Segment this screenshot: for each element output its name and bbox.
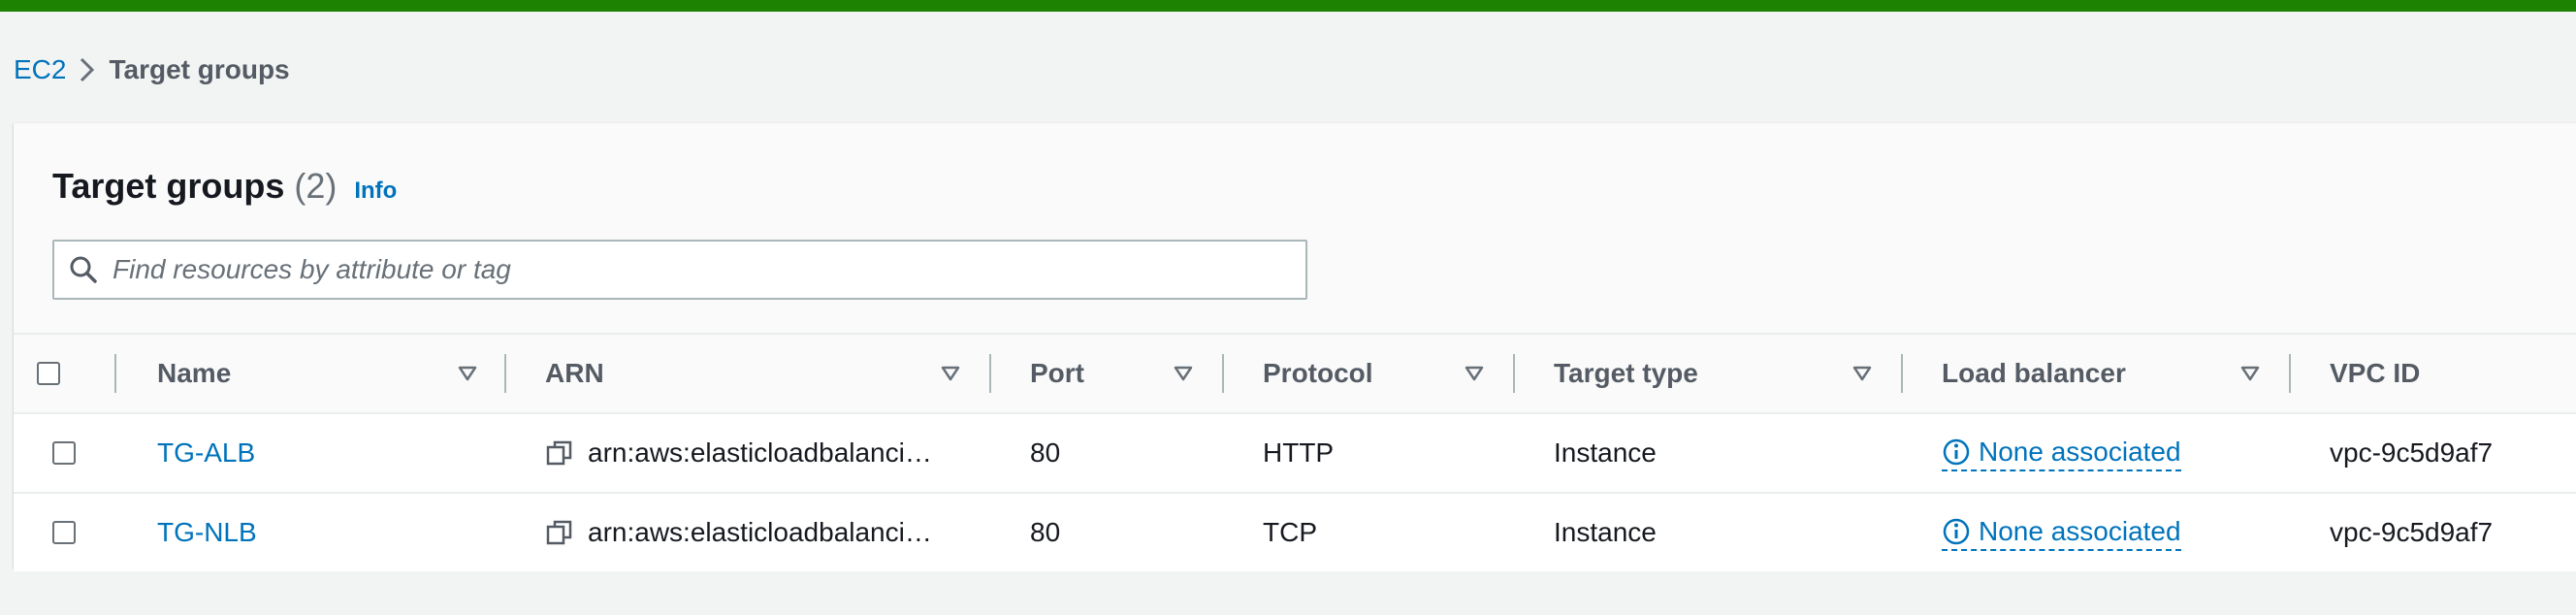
- column-resizer[interactable]: [989, 354, 991, 393]
- load-balancer-cell: None associated: [1942, 414, 2181, 492]
- column-header-load-balancer[interactable]: Load balancer: [1942, 335, 2126, 412]
- column-header-port[interactable]: Port: [1030, 335, 1084, 412]
- column-header-vpc-id[interactable]: VPC ID: [2330, 335, 2420, 412]
- info-link[interactable]: Info: [354, 178, 397, 205]
- target-group-name-link[interactable]: TG-ALB: [157, 414, 255, 492]
- column-resizer[interactable]: [1513, 354, 1515, 393]
- search-box: [52, 240, 1307, 300]
- target-groups-table: Name ARN Port Protocol Target type Load …: [14, 333, 2576, 571]
- search-icon: [54, 242, 113, 298]
- load-balancer-value: None associated: [1979, 516, 2181, 546]
- arn-cell: arn:aws:elasticloadbalanci…: [545, 494, 932, 571]
- item-count: (2): [294, 166, 338, 206]
- sort-down-icon[interactable]: [456, 362, 479, 385]
- port-value: 80: [1030, 437, 1061, 468]
- load-balancer-cell: None associated: [1942, 494, 2181, 571]
- load-balancer-link[interactable]: None associated: [1942, 435, 2181, 471]
- load-balancer-value: None associated: [1979, 437, 2181, 467]
- column-resizer[interactable]: [504, 354, 506, 393]
- breadcrumb-ec2-link[interactable]: EC2: [14, 54, 66, 85]
- info-circle-icon: [1943, 438, 1970, 466]
- column-header-protocol[interactable]: Protocol: [1263, 335, 1373, 412]
- vpc-id-value: vpc-9c5d9af7: [2330, 517, 2494, 547]
- copy-icon[interactable]: [545, 438, 574, 468]
- column-resizer[interactable]: [1901, 354, 1903, 393]
- sort-down-icon[interactable]: [939, 362, 962, 385]
- target-groups-panel: Target groups (2) Info Name ARN Port Pro…: [14, 122, 2576, 571]
- panel-header: Target groups (2) Info: [52, 166, 397, 212]
- search-input[interactable]: [113, 243, 1305, 297]
- port-value: 80: [1030, 517, 1061, 547]
- column-header-target-type[interactable]: Target type: [1554, 335, 1698, 412]
- load-balancer-link[interactable]: None associated: [1942, 514, 2181, 551]
- row-checkbox[interactable]: [52, 521, 76, 544]
- copy-icon[interactable]: [545, 518, 574, 547]
- select-all-cell: [37, 335, 60, 412]
- sort-down-icon[interactable]: [2238, 362, 2262, 385]
- page-title: Target groups: [52, 166, 285, 206]
- column-header-arn[interactable]: ARN: [545, 335, 604, 412]
- sort-down-icon[interactable]: [1172, 362, 1195, 385]
- table-row: TG-ALB arn:aws:elasticloadbalanci… 80 HT…: [14, 414, 2576, 494]
- sort-down-icon[interactable]: [1463, 362, 1486, 385]
- column-resizer[interactable]: [2289, 354, 2291, 393]
- sort-down-icon[interactable]: [1851, 362, 1874, 385]
- top-status-bar: [0, 0, 2576, 12]
- vpc-id-value: vpc-9c5d9af7: [2330, 437, 2494, 468]
- row-select-cell: [52, 494, 76, 571]
- info-circle-icon: [1943, 518, 1970, 545]
- protocol-value: TCP: [1263, 517, 1317, 547]
- arn-value: arn:aws:elasticloadbalanci…: [588, 437, 932, 468]
- target-type-value: Instance: [1554, 437, 1657, 468]
- select-all-checkbox[interactable]: [37, 362, 60, 385]
- chevron-right-icon: [66, 50, 109, 89]
- target-group-name-link[interactable]: TG-NLB: [157, 494, 257, 571]
- table-header-row: Name ARN Port Protocol Target type Load …: [14, 333, 2576, 414]
- protocol-value: HTTP: [1263, 437, 1335, 468]
- arn-cell: arn:aws:elasticloadbalanci…: [545, 414, 932, 492]
- table-row: TG-NLB arn:aws:elasticloadbalanci… 80 TC…: [14, 494, 2576, 571]
- target-type-value: Instance: [1554, 517, 1657, 547]
- column-header-name[interactable]: Name: [157, 335, 231, 412]
- column-resizer[interactable]: [1222, 354, 1224, 393]
- row-select-cell: [52, 414, 76, 492]
- row-checkbox[interactable]: [52, 441, 76, 465]
- breadcrumb-current: Target groups: [109, 54, 290, 84]
- column-divider: [114, 354, 116, 393]
- arn-value: arn:aws:elasticloadbalanci…: [588, 517, 932, 547]
- breadcrumb: EC2 Target groups: [14, 50, 290, 89]
